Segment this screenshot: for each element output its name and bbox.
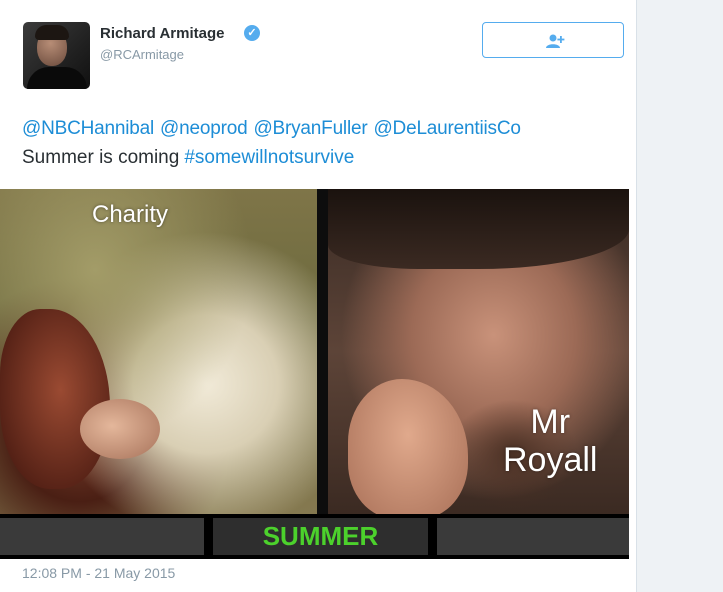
tweet-text: Summer is coming #somewillnotsurvive	[22, 147, 354, 169]
tweet-media-image[interactable]: Charity Mr Royall SUMMER	[0, 189, 629, 559]
label-royall: Royall	[503, 441, 598, 479]
tweet-timestamp[interactable]: 12:08 PM - 21 May 2015	[22, 565, 175, 581]
mention-link[interactable]: @neoprod	[160, 118, 248, 139]
tweet-card: Richard Armitage ✓ @RCArmitage @NBCHanni…	[0, 0, 637, 592]
media-bottom-bar: SUMMER	[0, 514, 629, 559]
author-handle[interactable]: @RCArmitage	[100, 47, 184, 62]
add-user-icon	[546, 34, 565, 48]
figure-hair	[0, 309, 110, 489]
mention-link[interactable]: @BryanFuller	[253, 118, 367, 139]
label-mr-royall: Mr Royall	[503, 403, 597, 479]
label-charity: Charity	[92, 201, 169, 228]
follow-button[interactable]	[482, 22, 624, 58]
figure-face	[80, 399, 160, 459]
hashtag-link[interactable]: #somewillnotsurvive	[184, 147, 354, 168]
bar-segment	[437, 518, 629, 555]
label-summer: SUMMER	[262, 521, 379, 551]
bar-segment	[0, 518, 204, 555]
mention-link[interactable]: @NBCHannibal	[22, 118, 154, 139]
avatar-body	[27, 67, 87, 89]
author-avatar[interactable]	[23, 22, 90, 89]
figure-hair	[328, 189, 629, 269]
verified-badge-icon: ✓	[244, 25, 260, 41]
media-left-panel	[0, 189, 317, 514]
label-mr: Mr	[530, 403, 571, 441]
mention-link[interactable]: @DeLaurentiisCo	[373, 118, 520, 139]
tweet-body: Summer is coming	[22, 147, 180, 168]
avatar-hair	[35, 25, 69, 40]
figure-hand	[348, 379, 468, 519]
right-background-pane	[637, 0, 723, 592]
media-divider	[317, 189, 328, 514]
tweet-mentions: @NBCHannibal @neoprod @BryanFuller @DeLaure…	[22, 118, 527, 140]
author-name[interactable]: Richard Armitage	[100, 25, 224, 42]
